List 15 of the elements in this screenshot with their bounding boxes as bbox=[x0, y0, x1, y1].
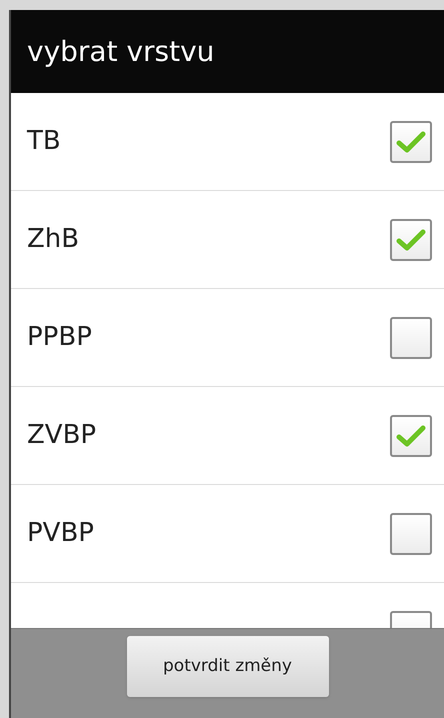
checkbox[interactable] bbox=[390, 316, 432, 358]
check-icon bbox=[396, 130, 426, 154]
checkbox[interactable] bbox=[390, 218, 432, 260]
checkbox[interactable] bbox=[390, 512, 432, 554]
confirm-button[interactable]: potvrdit změny bbox=[126, 636, 328, 697]
check-icon bbox=[396, 228, 426, 252]
layer-label: TB bbox=[27, 125, 61, 158]
checkbox[interactable] bbox=[390, 120, 432, 162]
checkbox[interactable] bbox=[390, 414, 432, 456]
layer-label: PPBP bbox=[27, 321, 92, 354]
layer-label: PVBP bbox=[27, 517, 94, 550]
layer-label: ZhB bbox=[27, 223, 80, 256]
dialog-title: vybrat vrstvu bbox=[27, 34, 214, 70]
check-icon bbox=[396, 424, 426, 448]
layer-label: ZVBP bbox=[27, 419, 96, 452]
